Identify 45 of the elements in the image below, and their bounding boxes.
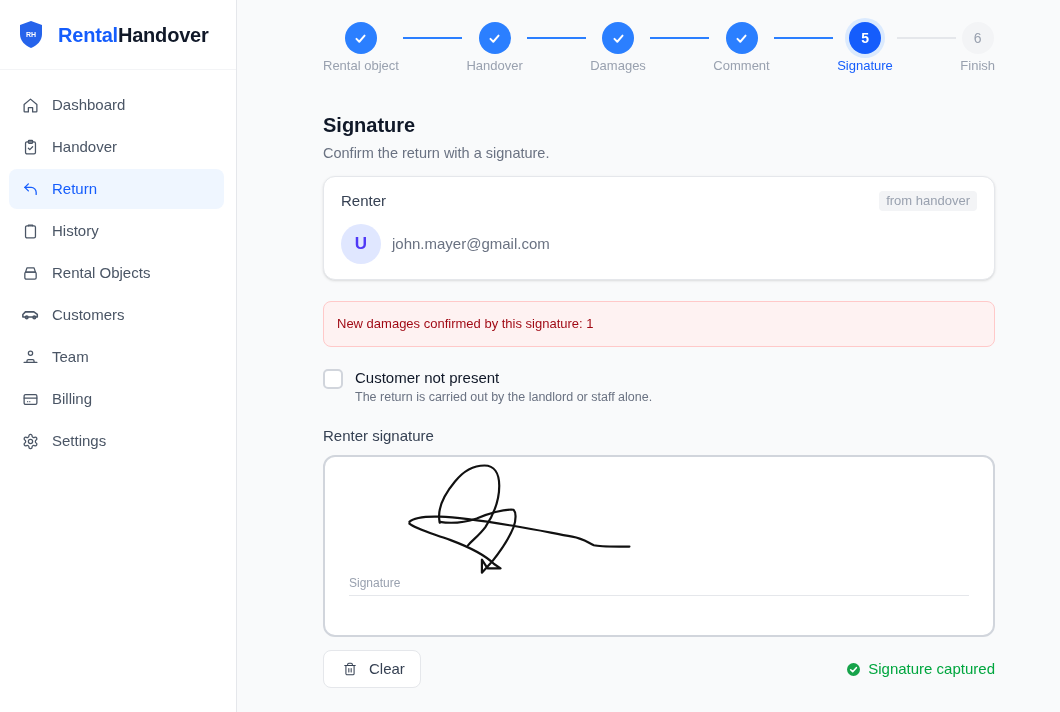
nav-item[interactable]: Dashboard — [9, 85, 224, 125]
step-connector — [773, 37, 834, 39]
damage-alert: New damages confirmed by this signature: 1 — [323, 301, 995, 347]
nav-item[interactable]: Settings — [9, 421, 224, 461]
email-text: john.mayer@gmail.com — [392, 234, 550, 254]
shield-logo-icon — [20, 21, 42, 48]
card-title: Renter — [341, 191, 387, 211]
check-circle-icon — [847, 662, 861, 676]
step-label: Finish — [960, 58, 996, 74]
brand-name: RentalHandover — [58, 22, 209, 48]
field-label: Renter signature — [323, 426, 435, 446]
nav-item[interactable]: Team — [9, 337, 224, 377]
nav-item[interactable]: Rental Objects — [9, 253, 224, 293]
status-text: Signature captured — [868, 659, 995, 679]
clear-button[interactable]: Clear — [323, 650, 421, 688]
settings-icon — [22, 432, 39, 450]
user-icon — [22, 348, 39, 366]
step-connector — [402, 37, 463, 39]
checkbox[interactable] — [323, 369, 343, 389]
nav-item[interactable]: Return — [9, 169, 224, 209]
clipboard-check-icon — [22, 138, 39, 156]
avatar: U — [341, 224, 381, 264]
car-icon — [22, 310, 39, 320]
step-label: Rental object — [323, 58, 399, 74]
step-connector — [649, 37, 710, 39]
nav-item[interactable]: Handover — [9, 127, 224, 167]
page-title: Signature — [323, 113, 417, 138]
step-label: Damages — [590, 58, 646, 74]
step-label: Signature — [837, 58, 893, 74]
step-connector — [526, 37, 587, 39]
return-arrow-icon — [22, 180, 39, 198]
nav-item[interactable]: Billing — [9, 379, 224, 419]
signature-placeholder: Signature — [349, 575, 401, 591]
page-subtitle: Confirm the return with a signature. — [323, 144, 551, 163]
home-icon — [22, 96, 39, 114]
box-icon — [22, 264, 39, 282]
trash-icon — [343, 662, 357, 676]
checkbox-description: The return is carried out by the landlord or staff alone. — [355, 389, 653, 406]
step-label: Handover — [466, 58, 523, 74]
step-label: Comment — [713, 58, 770, 74]
checkbox-label: Customer not present — [355, 368, 501, 388]
source-badge: from handover — [879, 191, 977, 211]
clipboard-icon — [22, 222, 39, 240]
nav-item[interactable]: History — [9, 211, 224, 251]
nav-item[interactable]: Customers — [9, 295, 224, 335]
